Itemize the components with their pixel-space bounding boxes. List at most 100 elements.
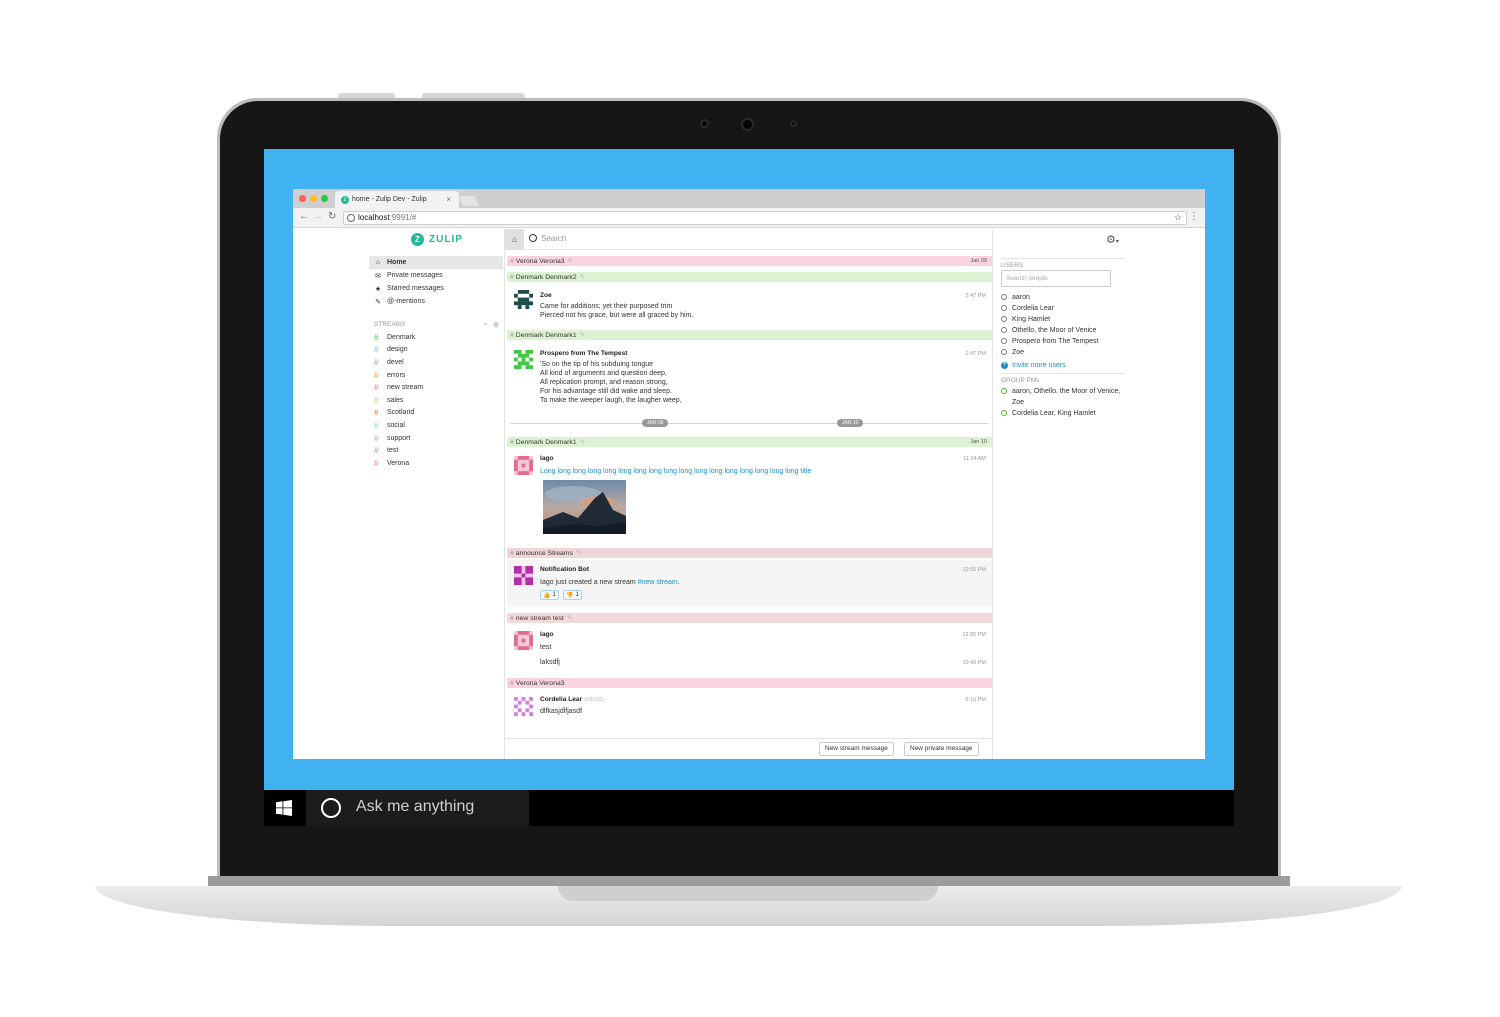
recipient-bar[interactable]: # new stream test ✎ xyxy=(507,613,992,623)
stream-settings-icon[interactable]: ⚙ xyxy=(493,321,499,329)
reaction-thumbs-down[interactable]: 👎 1 xyxy=(563,590,582,600)
stream-item[interactable]: # errors xyxy=(369,369,503,382)
presence-icon xyxy=(1001,316,1007,322)
stream-label: errors xyxy=(387,371,406,379)
reaction-thumbs-up[interactable]: 👍 1 xyxy=(540,590,559,600)
pencil-icon[interactable]: ✎ xyxy=(580,438,586,446)
recipient-bar[interactable]: # Denmark Denmark1 ✎ xyxy=(507,330,992,340)
nav-label: Home xyxy=(387,259,407,266)
recipient-bar[interactable]: # Verona Verona3 ✎ Jan 09 xyxy=(507,256,992,266)
message[interactable]: Zoe 2:47 PM Came for additions; yet thei… xyxy=(507,284,992,324)
pencil-icon[interactable]: ✎ xyxy=(568,257,574,265)
pencil-icon[interactable]: ✎ xyxy=(567,614,573,622)
reload-icon[interactable]: ↻ xyxy=(328,211,336,222)
search-icon xyxy=(529,234,537,242)
stream-item[interactable]: # social xyxy=(369,419,503,432)
group-pm-item[interactable]: Cordelia Lear, King Hamlet xyxy=(1001,408,1096,418)
pencil-icon[interactable]: ✎ xyxy=(580,273,586,281)
search-input[interactable]: Search xyxy=(525,229,993,250)
stream-item[interactable]: # new stream xyxy=(369,381,503,394)
pencil-icon[interactable]: ✎ xyxy=(580,331,586,339)
message-line: For his advantage still did wake and sle… xyxy=(540,388,672,395)
message-sender[interactable]: Prospero from The Tempest xyxy=(540,350,627,357)
search-people-input[interactable]: Search people xyxy=(1001,270,1111,287)
message[interactable]: Iago 12:05 PM test 12:49 PM laksdfj xyxy=(507,625,992,671)
user-item[interactable]: aaron xyxy=(1001,292,1030,302)
user-item[interactable]: Zoe xyxy=(1001,347,1024,357)
new-stream-message-button[interactable]: New stream message xyxy=(819,742,894,756)
message-sender[interactable]: Notification Bot xyxy=(540,566,589,573)
message-link[interactable]: Long long long long long long long long … xyxy=(540,468,811,475)
zulip-logo[interactable]: Z ZULIP xyxy=(411,233,463,246)
stream-item[interactable]: # sales xyxy=(369,394,503,407)
group-pm-item-continued[interactable]: Zoe xyxy=(1012,397,1024,407)
stream-hash-icon: # xyxy=(374,357,379,367)
message-sender[interactable]: Cordelia Lear (IDE150) xyxy=(540,696,604,703)
message-sender[interactable]: Iago xyxy=(540,455,554,462)
stream-name: announce xyxy=(515,549,546,557)
recipient-bar[interactable]: # Denmark Denmark2 ✎ xyxy=(507,272,992,282)
browser-tab[interactable]: Z home - Zulip Dev - Zulip × xyxy=(335,191,459,208)
nav-starred-messages[interactable]: ★ Starred messages xyxy=(369,282,503,295)
stream-item[interactable]: # Scotland xyxy=(369,407,503,420)
stream-item[interactable]: # design xyxy=(369,344,503,357)
stream-item[interactable]: # devel xyxy=(369,356,503,369)
user-item[interactable]: Prospero from The Tempest xyxy=(1001,336,1099,346)
stream-label: design xyxy=(387,346,408,354)
stream-item[interactable]: # support xyxy=(369,432,503,445)
topic-name: Streams xyxy=(547,549,573,557)
gear-icon[interactable]: ⚙▾ xyxy=(1106,233,1119,246)
topic-name: Denmark1 xyxy=(545,331,577,339)
user-item[interactable]: King Hamlet xyxy=(1001,314,1050,324)
presence-icon xyxy=(1001,338,1007,344)
new-private-message-button[interactable]: New private message xyxy=(904,742,979,756)
recipient-bar[interactable]: # Verona Verona3 xyxy=(507,678,992,688)
cortana-search-box[interactable]: Ask me anything xyxy=(306,790,529,826)
message-line: To make the weeper laugh, the laugher we… xyxy=(540,397,682,404)
stream-link[interactable]: #new stream xyxy=(638,579,678,586)
invite-more-users-link[interactable]: + Invite more users xyxy=(1001,362,1066,369)
message[interactable]: Iago 11:34 AM Long long long long long l… xyxy=(507,449,992,543)
nav-label: Starred messages xyxy=(387,285,444,292)
pencil-icon[interactable]: ✎ xyxy=(576,549,582,557)
nav-mentions[interactable]: ✎ @-mentions xyxy=(369,295,503,308)
back-icon[interactable]: ← xyxy=(299,211,309,222)
close-window-icon[interactable] xyxy=(299,195,306,202)
message-sender[interactable]: Zoe xyxy=(540,292,552,299)
avatar xyxy=(514,631,533,650)
bookmark-star-icon[interactable]: ☆ xyxy=(1174,212,1182,223)
stream-item[interactable]: # test xyxy=(369,444,503,457)
user-item[interactable]: Cordelia Lear xyxy=(1001,303,1054,313)
maximize-window-icon[interactable] xyxy=(321,195,328,202)
stream-search-icon[interactable]: ⌕ xyxy=(484,321,488,329)
message-line: laksdfj xyxy=(540,659,560,666)
nav-private-messages[interactable]: ✉ Private messages xyxy=(369,269,503,282)
recipient-bar[interactable]: # Denmark Denmark1 ✎ Jan 10 xyxy=(507,437,992,447)
image-preview[interactable] xyxy=(543,480,626,534)
browser-menu-icon[interactable]: ⋮ xyxy=(1189,211,1199,222)
avatar xyxy=(514,697,533,716)
tab-close-icon[interactable]: × xyxy=(446,195,451,204)
group-pm-item[interactable]: aaron, Othello, the Moor of Venice, xyxy=(1001,386,1120,396)
message[interactable]: Cordelia Lear (IDE150) 6:16 PM dlfkasjdl… xyxy=(507,690,992,730)
windows-start-button[interactable] xyxy=(264,790,304,826)
zulip-app: Z ZULIP ⌂ Home ✉ Private messages ★ Star… xyxy=(293,229,1205,759)
recipient-bar[interactable]: # announce Streams ✎ xyxy=(507,548,992,558)
forward-icon[interactable]: → xyxy=(313,211,323,222)
message[interactable]: Notification Bot 12:05 PM Iago just crea… xyxy=(507,560,992,607)
message[interactable]: Prospero from The Tempest 2:47 PM 'So on… xyxy=(507,342,992,412)
info-icon[interactable] xyxy=(347,214,355,222)
address-bar[interactable]: localhost:9991/# ☆ xyxy=(343,211,1187,225)
minimize-window-icon[interactable] xyxy=(310,195,317,202)
nav-home[interactable]: ⌂ Home xyxy=(369,256,503,269)
home-button[interactable]: ⌂ xyxy=(505,229,524,250)
stream-list: # Denmark # design # devel # errors # new stream #… xyxy=(369,331,503,470)
stream-item[interactable]: # Verona xyxy=(369,457,503,470)
tab-title: home - Zulip Dev - Zulip xyxy=(352,196,427,203)
stream-name: new stream xyxy=(515,614,551,622)
user-item[interactable]: Othello, the Moor of Venice xyxy=(1001,325,1096,335)
stream-label: Scotland xyxy=(387,409,415,417)
message-sender[interactable]: Iago xyxy=(540,631,554,638)
stream-item[interactable]: # Denmark xyxy=(369,331,503,344)
new-tab-button[interactable] xyxy=(458,196,480,206)
